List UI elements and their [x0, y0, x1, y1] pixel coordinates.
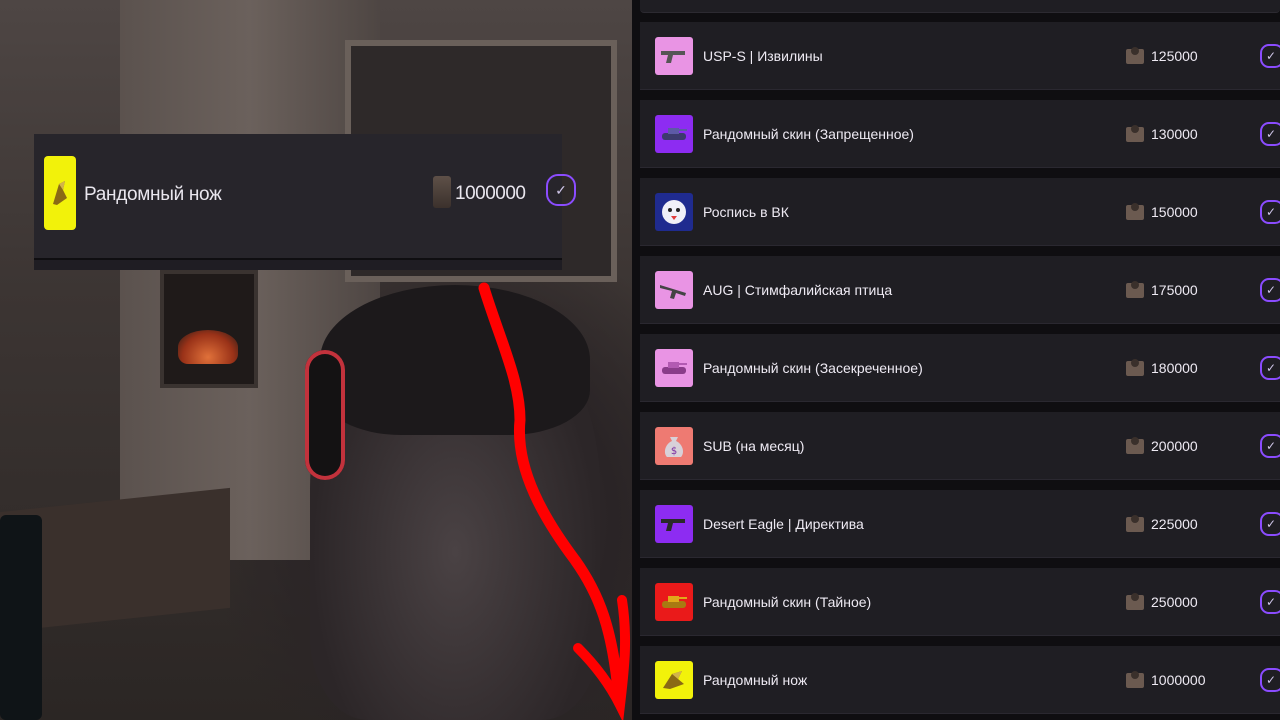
- channel-points-icon: [1126, 281, 1144, 298]
- reward-row[interactable]: Рандомный скин (Запрещенное) 130000 ✓: [640, 100, 1280, 168]
- channel-points-icon: [1126, 515, 1144, 532]
- redeem-check-button[interactable]: ✓: [1260, 434, 1280, 458]
- reward-name: Desert Eagle | Директива: [703, 516, 864, 532]
- reward-price: 225000: [1151, 516, 1198, 532]
- reward-row[interactable]: Рандомный скин (Засекреченное) 180000 ✓: [640, 334, 1280, 402]
- reward-name: Роспись в ВК: [703, 204, 789, 220]
- channel-points-icon: [1126, 203, 1144, 220]
- channel-points-icon: [1126, 359, 1144, 376]
- rifle-icon: [655, 271, 693, 309]
- reward-name: Рандомный скин (Тайное): [703, 594, 872, 610]
- money-bag-icon: $: [655, 427, 693, 465]
- list-row-partial: [640, 0, 1280, 13]
- reward-price: 125000: [1151, 48, 1198, 64]
- reward-price: 150000: [1151, 204, 1198, 220]
- reward-price: 180000: [1151, 360, 1198, 376]
- reward-name: AUG | Стимфалийская птица: [703, 282, 893, 298]
- reward-row[interactable]: Рандомный скин (Тайное) 250000 ✓: [640, 568, 1280, 636]
- tank-icon: [655, 583, 693, 621]
- redeem-check-button[interactable]: ✓: [1260, 590, 1280, 614]
- redeem-check-button[interactable]: ✓: [1260, 122, 1280, 146]
- tank-icon: [655, 115, 693, 153]
- checkmark-icon: ✓: [555, 181, 567, 198]
- zoomed-reward-cost: 1000000: [455, 183, 526, 204]
- reward-name: SUB (на месяц): [703, 438, 805, 454]
- redeem-check-button[interactable]: ✓: [1260, 668, 1280, 692]
- knife-icon: [655, 661, 693, 699]
- reward-row[interactable]: Desert Eagle | Директива 225000 ✓: [640, 490, 1280, 558]
- channel-points-icon: [433, 176, 451, 208]
- vk-bird-icon: [655, 193, 693, 231]
- reward-price: 175000: [1151, 282, 1198, 298]
- tank-icon: [655, 349, 693, 387]
- zoomed-reward-card: Рандомный нож 1000000 ✓: [34, 134, 576, 270]
- reward-name: Рандомный скин (Засекреченное): [703, 360, 923, 376]
- channel-points-icon: [1126, 437, 1144, 454]
- redeem-check-button[interactable]: ✓: [1260, 278, 1280, 302]
- reward-price: 130000: [1151, 126, 1198, 142]
- pistol-icon: [655, 505, 693, 543]
- zoomed-check-button[interactable]: ✓: [546, 174, 576, 206]
- reward-row[interactable]: Рандомный нож 1000000 ✓: [640, 646, 1280, 714]
- reward-price: 200000: [1151, 438, 1198, 454]
- pistol-icon: [655, 37, 693, 75]
- zoomed-reward-name: Рандомный нож: [84, 184, 222, 205]
- reward-row[interactable]: Роспись в ВК 150000 ✓: [640, 178, 1280, 246]
- reward-row[interactable]: AUG | Стимфалийская птица 175000 ✓: [640, 256, 1280, 324]
- reward-price: 250000: [1151, 594, 1198, 610]
- red-arrow-annotation: [478, 282, 631, 720]
- reward-price: 1000000: [1151, 672, 1206, 688]
- channel-points-icon: [1126, 47, 1144, 64]
- reward-row[interactable]: USP-S | Извилины 125000 ✓: [640, 22, 1280, 90]
- redeem-check-button[interactable]: ✓: [1260, 200, 1280, 224]
- svg-text:$: $: [671, 446, 677, 457]
- redeem-check-button[interactable]: ✓: [1260, 356, 1280, 380]
- reward-name: Рандомный скин (Запрещенное): [703, 126, 914, 142]
- rewards-list: USP-S | Извилины 125000 ✓ Рандомный скин…: [632, 0, 1280, 720]
- reward-name: USP-S | Извилины: [703, 48, 823, 64]
- reward-row[interactable]: $ SUB (на месяц) 200000 ✓: [640, 412, 1280, 480]
- reward-name: Рандомный нож: [703, 672, 808, 688]
- redeem-check-button[interactable]: ✓: [1260, 512, 1280, 536]
- redeem-check-button[interactable]: ✓: [1260, 44, 1280, 68]
- channel-points-icon: [1126, 125, 1144, 142]
- channel-points-icon: [1126, 593, 1144, 610]
- channel-points-icon: [1126, 671, 1144, 688]
- knife-icon: [44, 156, 76, 230]
